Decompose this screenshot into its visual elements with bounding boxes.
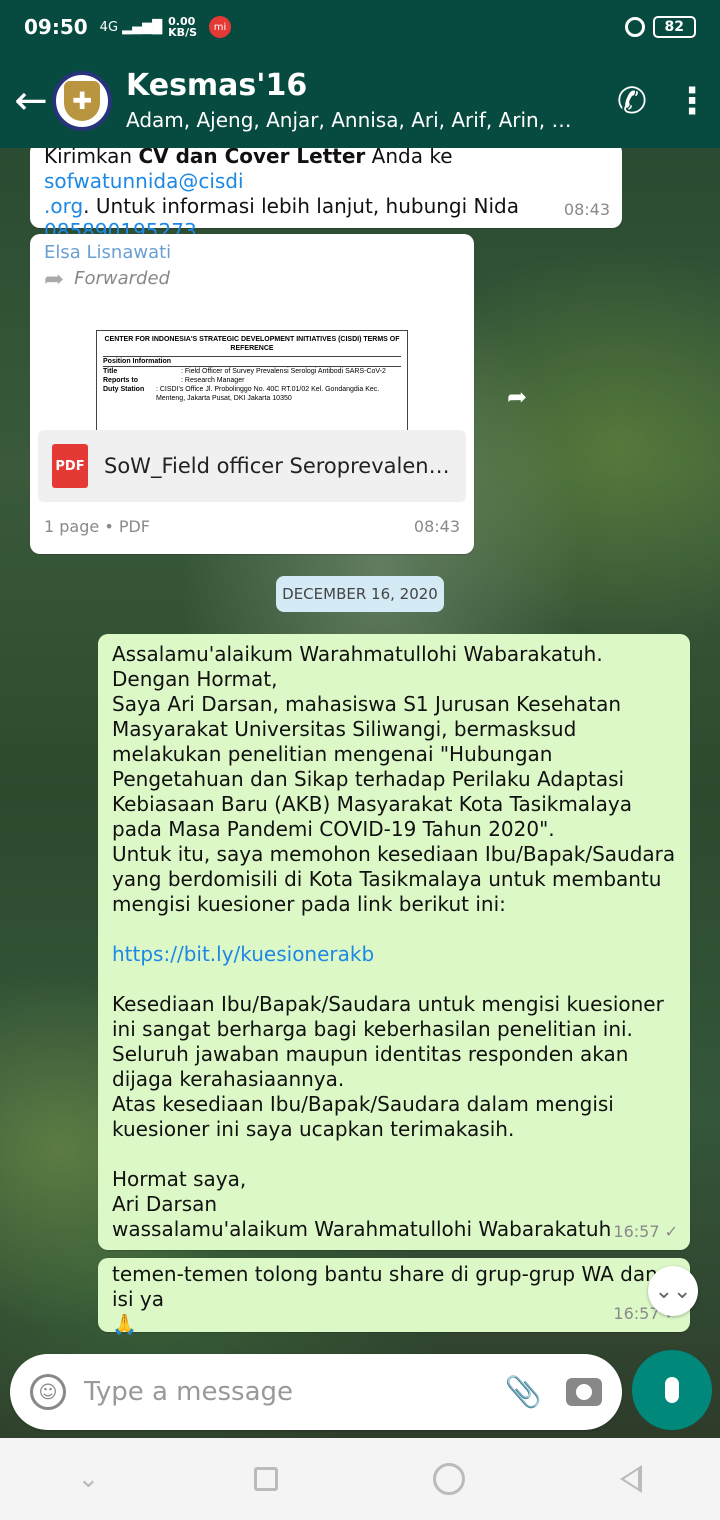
status-bar: 09:50 4G ▂▄▆█ 0.00 KB/S mi 82 xyxy=(0,0,720,54)
chat-header: ← ✚ Kesmas'16 Adam, Ajeng, Anjar, Annisa… xyxy=(0,54,720,148)
file-name: SoW_Field officer Seroprevalen… xyxy=(104,453,450,478)
nav-recents-icon[interactable] xyxy=(254,1467,279,1491)
incoming-message[interactable]: Kirimkan CV dan Cover Letter Anda ke sof… xyxy=(30,148,622,243)
paperclip-icon[interactable]: 📎 xyxy=(505,1375,542,1410)
questionnaire-link[interactable]: https://bit.ly/kuesionerakb xyxy=(112,942,374,966)
mi-icon: mi xyxy=(209,16,232,38)
emoji-icon[interactable]: ☺ xyxy=(30,1374,66,1410)
pray-emoji: 🙏 xyxy=(112,1312,137,1336)
nav-back-icon[interactable] xyxy=(620,1465,643,1493)
message-time: 08:43 xyxy=(563,200,610,219)
forward-icon: ➦ xyxy=(44,265,65,293)
pdf-icon: PDF xyxy=(52,444,88,488)
message-time: 08:43 xyxy=(413,517,460,536)
camera-icon[interactable] xyxy=(566,1378,602,1406)
nav-home-icon[interactable] xyxy=(433,1463,466,1495)
nav-collapse-icon[interactable]: ⌄ xyxy=(78,1464,100,1494)
back-arrow-icon[interactable]: ← xyxy=(0,54,52,148)
shield-logo-icon: ✚ xyxy=(64,81,100,121)
status-time: 09:50 xyxy=(24,15,88,39)
group-name: Kesmas'16 xyxy=(126,68,308,103)
network-signal-icon: 4G ▂▄▆█ xyxy=(99,19,163,35)
date-divider: DECEMBER 16, 2020 xyxy=(276,576,444,612)
sender-name[interactable]: Elsa Lisnawati xyxy=(38,240,466,266)
microphone-icon[interactable] xyxy=(632,1350,712,1430)
doc-row: Title: Field Officer of Survey Prevalens… xyxy=(103,368,386,375)
outgoing-message[interactable]: temen-temen tolong bantu share di grup-g… xyxy=(98,1258,690,1336)
network-speed: 0.00 KB/S xyxy=(168,15,198,39)
battery-indicator: 82 xyxy=(652,16,696,38)
system-nav-bar: ⌄ xyxy=(0,1438,720,1520)
incoming-document-message[interactable]: Elsa Lisnawati ➦ Forwarded CENTER FOR IND… xyxy=(30,234,474,554)
document-page: CENTER FOR INDONESIA'S STRATEGIC DEVELOP… xyxy=(96,330,408,430)
sent-tick-icon: ✓ xyxy=(664,1222,678,1241)
message-time: 16:57 ✓ xyxy=(613,1222,678,1241)
share-forward-icon[interactable]: ➦ xyxy=(500,380,534,414)
alarm-icon xyxy=(624,17,645,37)
group-members: Adam, Ajeng, Anjar, Annisa, Ari, Arif, A… xyxy=(126,108,576,132)
chat-area[interactable]: Kirimkan CV dan Cover Letter Anda ke sof… xyxy=(0,148,720,1438)
file-meta: 1 page • PDF 08:43 xyxy=(38,502,466,539)
message-composer: ☺ 📎 xyxy=(10,1354,622,1430)
chat-title-area[interactable]: Kesmas'16 Adam, Ajeng, Anjar, Annisa, Ar… xyxy=(126,67,600,135)
email-link[interactable]: sofwatunnida@cisdi xyxy=(44,169,244,193)
doc-row: Duty Station: CISDI's Office Jl. Proboli… xyxy=(103,386,380,402)
scroll-down-icon[interactable]: ⌄⌄ xyxy=(648,1266,698,1316)
email-link-domain[interactable]: .org xyxy=(44,194,83,218)
outgoing-message[interactable]: Assalamu'alaikum Warahmatullohi Wabaraka… xyxy=(98,634,690,1250)
doc-row: Reports to: Research Manager xyxy=(103,377,245,384)
document-preview[interactable]: CENTER FOR INDONESIA'S STRATEGIC DEVELOP… xyxy=(38,300,466,430)
group-avatar[interactable]: ✚ xyxy=(52,71,112,131)
forwarded-label: ➦ Forwarded xyxy=(44,265,170,293)
more-vertical-icon[interactable]: ⋮ xyxy=(664,69,720,133)
add-call-icon[interactable]: ✆ xyxy=(600,69,664,133)
message-input[interactable] xyxy=(84,1377,481,1407)
file-attachment[interactable]: PDF SoW_Field officer Seroprevalen… xyxy=(38,430,466,502)
